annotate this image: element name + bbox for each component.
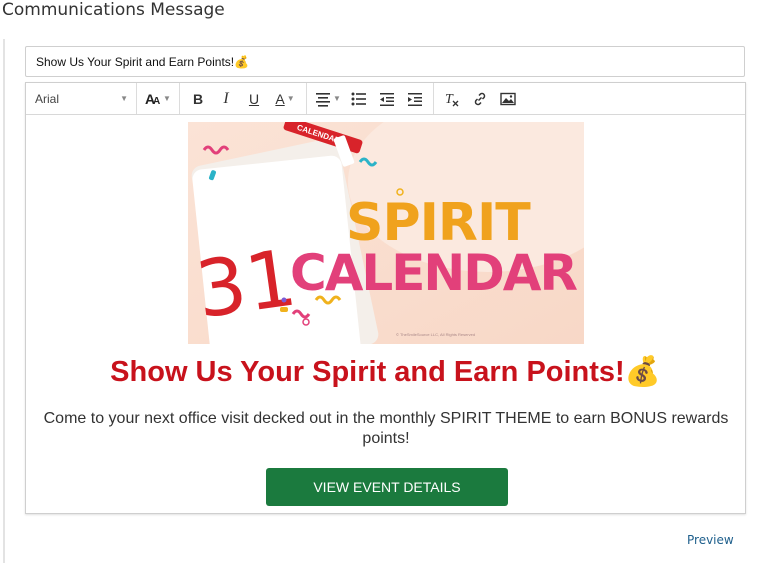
editor-toolbar: Arial ▼ AA ▼ B I U A ▼ ▼ T bbox=[26, 83, 745, 115]
banner-copyright: © TheSmileSource LLC, All Rights Reserve… bbox=[396, 332, 475, 337]
rich-text-editor[interactable]: Arial ▼ AA ▼ B I U A ▼ ▼ T CALENDAR 31 S… bbox=[25, 82, 746, 514]
link-icon[interactable] bbox=[466, 87, 494, 111]
image-icon[interactable] bbox=[494, 87, 522, 111]
page-title: Communications Message bbox=[2, 0, 225, 20]
spirit-calendar-banner: CALENDAR 31 SPIRIT CALENDAR © TheSmileSo… bbox=[188, 122, 584, 344]
chevron-down-icon: ▼ bbox=[120, 94, 128, 103]
font-family-value: Arial bbox=[35, 91, 60, 106]
subject-input[interactable]: Show Us Your Spirit and Earn Points!💰 bbox=[25, 46, 745, 77]
banner-number: 31 bbox=[191, 233, 302, 336]
bulleted-list-icon[interactable] bbox=[345, 87, 373, 111]
email-headline: Show Us Your Spirit and Earn Points!💰 bbox=[110, 356, 661, 388]
underline-icon[interactable]: U bbox=[240, 87, 268, 111]
preview-link[interactable]: Preview bbox=[687, 533, 734, 547]
banner-word-calendar: CALENDAR bbox=[290, 244, 577, 302]
chevron-down-icon: ▼ bbox=[163, 94, 171, 103]
clear-format-icon[interactable]: T bbox=[438, 87, 466, 111]
chevron-down-icon: ▼ bbox=[286, 94, 295, 103]
chevron-down-icon: ▼ bbox=[333, 94, 341, 103]
align-center-icon[interactable]: ▼ bbox=[311, 87, 345, 111]
indent-icon[interactable] bbox=[401, 87, 429, 111]
editor-content[interactable]: CALENDAR 31 SPIRIT CALENDAR © TheSmileSo… bbox=[26, 115, 745, 513]
bold-icon[interactable]: B bbox=[184, 87, 212, 111]
font-color-icon[interactable]: A ▼ bbox=[268, 87, 302, 111]
svg-text:T: T bbox=[445, 92, 454, 107]
font-size-icon[interactable]: AA ▼ bbox=[143, 87, 173, 111]
svg-text:A: A bbox=[153, 96, 160, 107]
font-family-select[interactable]: Arial ▼ bbox=[26, 83, 137, 114]
view-event-details-button[interactable]: VIEW EVENT DETAILS bbox=[266, 468, 508, 506]
left-divider bbox=[3, 39, 5, 563]
italic-icon[interactable]: I bbox=[212, 87, 240, 111]
outdent-icon[interactable] bbox=[373, 87, 401, 111]
email-body-text: Come to your next office visit decked ou… bbox=[43, 410, 729, 447]
